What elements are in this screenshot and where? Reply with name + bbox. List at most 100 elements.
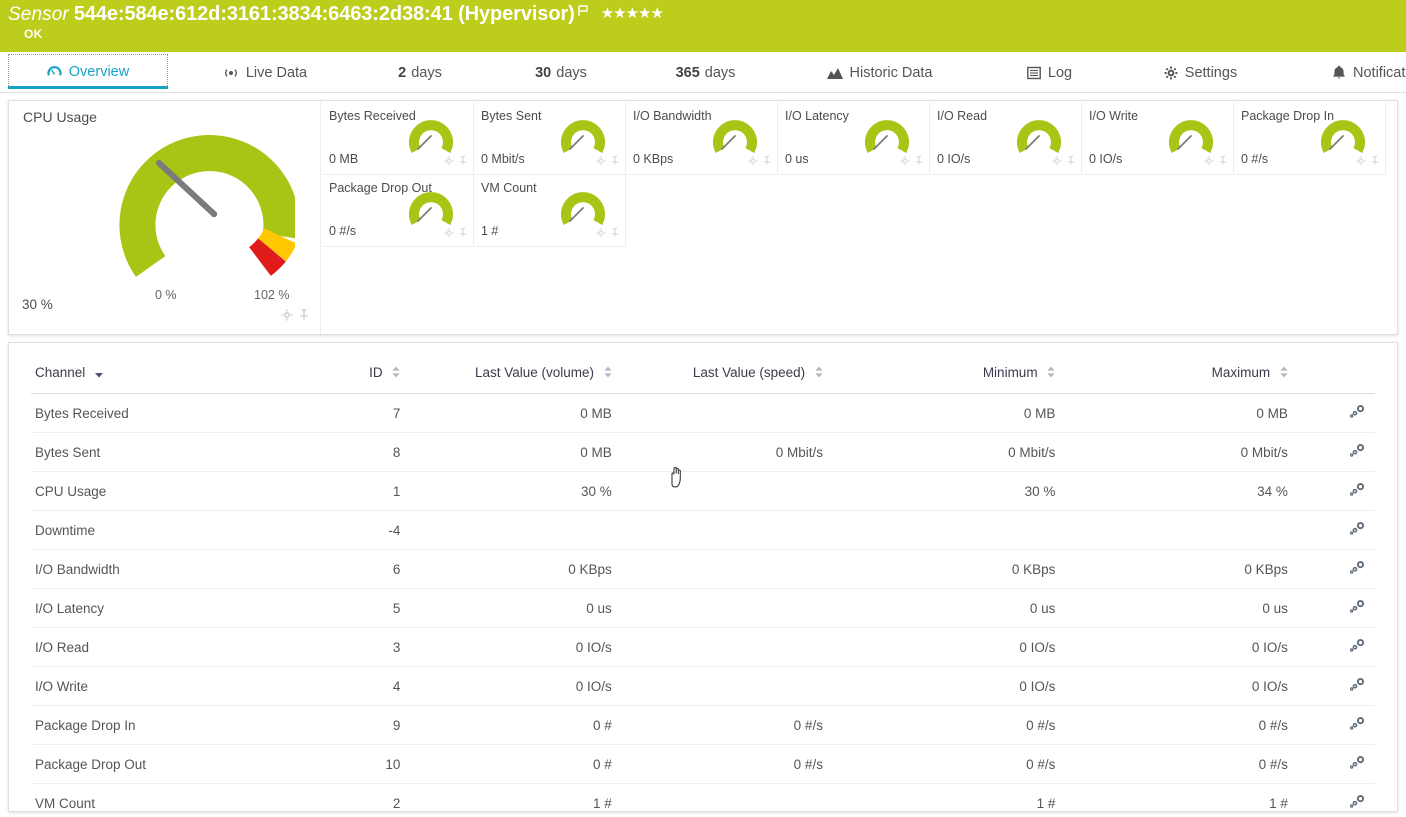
gauge-i-o-bandwidth[interactable]: I/O Bandwidth0 KBps [626,103,778,175]
tab-overview[interactable]: Overview [8,54,168,88]
pin-icon[interactable] [458,153,468,171]
flag-icon[interactable] [578,4,589,22]
tab-days-2[interactable]: 2days [375,52,465,93]
column-header-last-value-speed[interactable]: Last Value (speed) [612,343,823,394]
row-settings-icon[interactable] [1350,523,1365,538]
table-row[interactable]: I/O Latency50 us0 us0 us [31,589,1375,628]
gauge-title: VM Count [481,181,537,195]
cell-last-value-speed: 0 #/s [612,745,823,784]
sort-desc-icon [95,366,103,381]
cell-actions[interactable] [1288,706,1375,745]
table-row[interactable]: Package Drop In90 #0 #/s0 #/s0 #/s [31,706,1375,745]
cell-maximum: 34 % [1055,472,1288,511]
cell-actions[interactable] [1288,472,1375,511]
pin-icon[interactable] [1218,153,1228,171]
cell-actions[interactable] [1288,394,1375,433]
table-row[interactable]: I/O Write40 IO/s0 IO/s0 IO/s [31,667,1375,706]
gauges-panel: CPU Usage 0 % 102 % 30 % Bytes Received0… [8,100,1398,335]
row-settings-icon[interactable] [1350,601,1365,616]
cell-channel: Bytes Sent [31,433,294,472]
tab-days-365[interactable]: 365days [658,52,753,93]
gauge-package-drop-out[interactable]: Package Drop Out0 #/s [322,175,474,247]
cell-last-value-speed [612,628,823,667]
gauge-i-o-latency[interactable]: I/O Latency0 us [778,103,930,175]
cell-actions[interactable] [1288,511,1375,550]
cell-actions[interactable] [1288,745,1375,784]
cpu-usage-gauge[interactable]: CPU Usage 0 % 102 % 30 % [9,101,321,334]
row-settings-icon[interactable] [1350,406,1365,421]
cell-actions[interactable] [1288,628,1375,667]
cell-actions[interactable] [1288,550,1375,589]
cell-actions[interactable] [1288,433,1375,472]
tab-log[interactable]: Log [1012,52,1087,93]
gauge-bytes-sent[interactable]: Bytes Sent0 Mbit/s [474,103,626,175]
gear-icon[interactable] [748,153,758,171]
gear-icon[interactable] [1204,153,1214,171]
cell-actions[interactable] [1288,589,1375,628]
gear-icon[interactable] [596,225,606,243]
gear-icon[interactable] [596,153,606,171]
table-row[interactable]: CPU Usage130 %30 %34 % [31,472,1375,511]
gauge-i-o-write[interactable]: I/O Write0 IO/s [1082,103,1234,175]
gear-icon[interactable] [444,225,454,243]
pin-icon[interactable] [610,153,620,171]
pin-icon[interactable] [1066,153,1076,171]
tab-label: Notifications [1353,65,1406,81]
gear-icon[interactable] [281,308,293,326]
sort-both-icon [604,366,612,381]
column-header-last-value-volume[interactable]: Last Value (volume) [400,343,611,394]
pin-icon[interactable] [914,153,924,171]
row-settings-icon[interactable] [1350,562,1365,577]
gear-icon[interactable] [1356,153,1366,171]
tab-notifications[interactable]: Notifications [1312,52,1406,93]
pin-icon[interactable] [762,153,772,171]
gear-icon[interactable] [900,153,910,171]
table-row[interactable]: VM Count21 #1 #1 # [31,784,1375,817]
cell-last-value-volume: 0 # [400,745,611,784]
row-settings-icon[interactable] [1350,796,1365,811]
gauge-package-drop-in[interactable]: Package Drop In0 #/s [1234,103,1386,175]
gauge-i-o-read[interactable]: I/O Read0 IO/s [930,103,1082,175]
column-header-channel[interactable]: Channel [31,343,294,394]
tab-bar: Overview Live Data 2days 30days 365days Histo… [0,52,1406,93]
table-row[interactable]: I/O Read30 IO/s0 IO/s0 IO/s [31,628,1375,667]
table-row[interactable]: Bytes Received70 MB0 MB0 MB [31,394,1375,433]
cell-channel: Bytes Received [31,394,294,433]
tab-settings[interactable]: Settings [1148,52,1253,93]
cell-id: 8 [294,433,400,472]
pin-icon[interactable] [610,225,620,243]
tab-label: days [705,65,736,81]
row-settings-icon[interactable] [1350,757,1365,772]
table-row[interactable]: Package Drop Out100 #0 #/s0 #/s0 #/s [31,745,1375,784]
table-row[interactable]: Bytes Sent80 MB0 Mbit/s0 Mbit/s0 Mbit/s [31,433,1375,472]
tab-live-data[interactable]: Live Data [205,52,325,93]
tab-label: Log [1048,65,1072,81]
tab-days-30[interactable]: 30days [516,52,606,93]
column-header-maximum[interactable]: Maximum [1055,343,1288,394]
row-settings-icon[interactable] [1350,640,1365,655]
row-settings-icon[interactable] [1350,484,1365,499]
column-header-id[interactable]: ID [294,343,400,394]
cell-actions[interactable] [1288,784,1375,817]
cell-last-value-volume: 0 MB [400,433,611,472]
gear-icon[interactable] [444,153,454,171]
bell-icon [1332,65,1346,80]
gauge-bytes-received[interactable]: Bytes Received0 MB [322,103,474,175]
cell-actions[interactable] [1288,667,1375,706]
cell-minimum: 1 # [823,784,1055,817]
table-row[interactable]: I/O Bandwidth60 KBps0 KBps0 KBps [31,550,1375,589]
row-settings-icon[interactable] [1350,679,1365,694]
priority-stars[interactable]: ★★★★★ [601,4,663,22]
gauge-vm-count[interactable]: VM Count1 # [474,175,626,247]
column-header-minimum[interactable]: Minimum [823,343,1055,394]
pin-icon[interactable] [298,308,310,326]
gear-icon[interactable] [1052,153,1062,171]
cell-maximum: 1 # [1055,784,1288,817]
tab-historic-data[interactable]: Historic Data [812,52,947,93]
tab-label: Overview [69,64,129,80]
row-settings-icon[interactable] [1350,445,1365,460]
pin-icon[interactable] [458,225,468,243]
table-row[interactable]: Downtime-4 [31,511,1375,550]
row-settings-icon[interactable] [1350,718,1365,733]
pin-icon[interactable] [1370,153,1380,171]
